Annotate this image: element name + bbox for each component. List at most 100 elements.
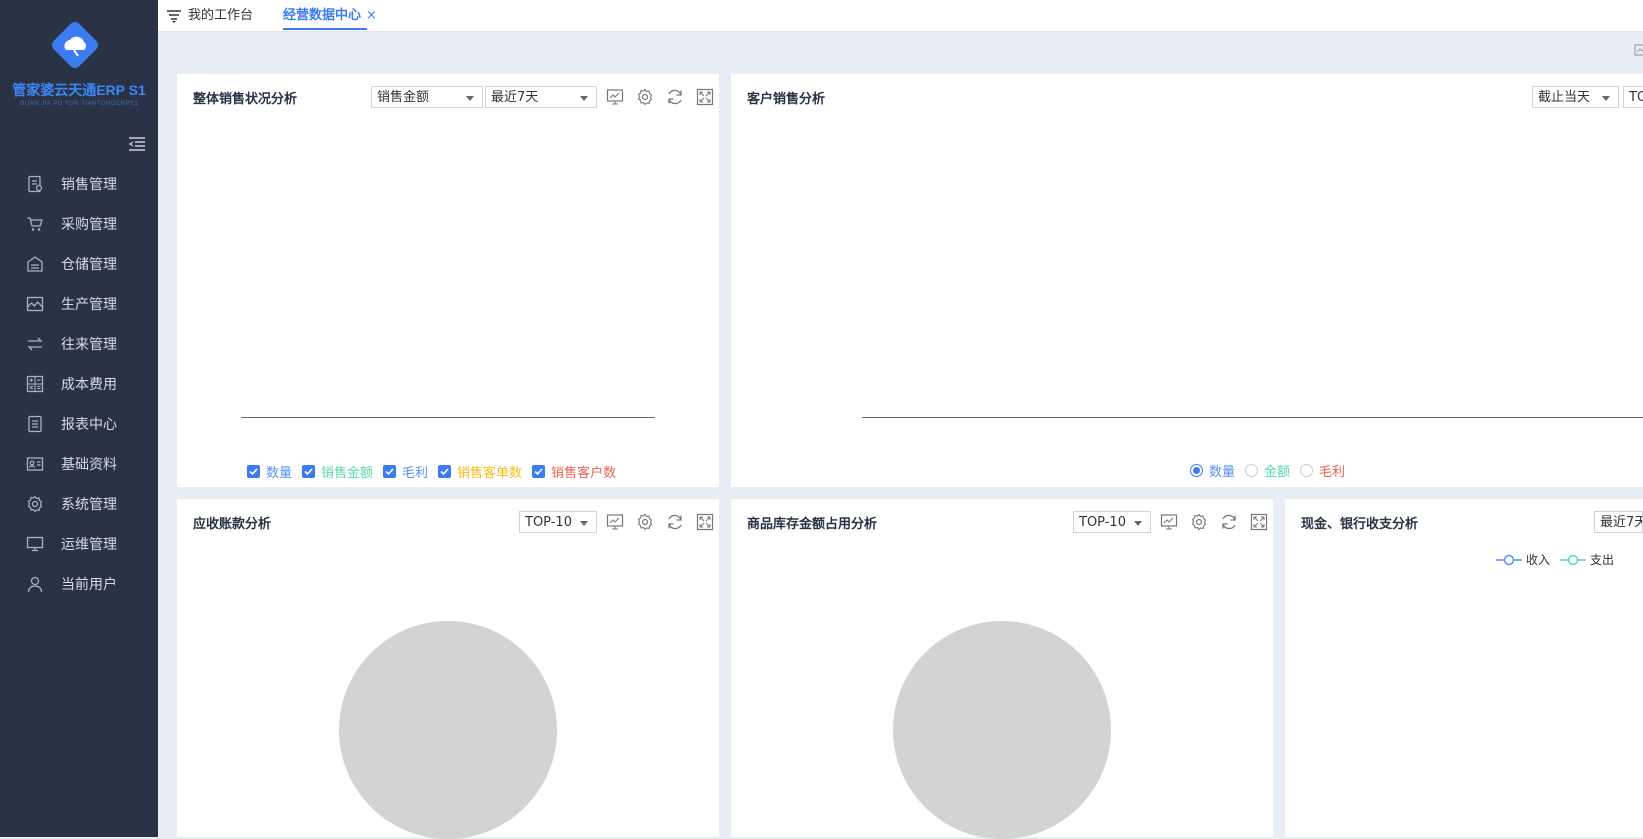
- legend-line-marker-icon: [1560, 554, 1587, 565]
- sidebar-menu: 销售管理 采购管理 仓储管理 生产管理 往来管理 成本费用 报表中心 基础资料: [0, 164, 158, 604]
- cash-bank-panel: 现金、银行收支分析 最近7天 收入 支出: [1285, 499, 1643, 837]
- legend-label: 销售客单数: [457, 466, 523, 481]
- tab-label: 经营数据中心: [283, 8, 362, 23]
- sidebar-item-purchase[interactable]: 采购管理: [0, 204, 158, 244]
- date-range-select[interactable]: 最近7天: [485, 86, 597, 108]
- sidebar-item-user[interactable]: 当前用户: [0, 564, 158, 604]
- user-icon: [24, 573, 46, 595]
- panel-title: 现金、银行收支分析: [1301, 517, 1419, 532]
- cloud-logo-icon: [52, 22, 98, 68]
- sidebar-item-label: 成本费用: [61, 377, 117, 393]
- top-n-select[interactable]: TOP-10: [1073, 511, 1151, 533]
- refresh-icon[interactable]: [666, 513, 684, 531]
- legend-item-amount[interactable]: 金额: [1245, 461, 1290, 480]
- refresh-icon[interactable]: [1220, 513, 1238, 531]
- top-n-select-value: TOP-10: [1079, 515, 1126, 530]
- tab-my-workbench[interactable]: 我的工作台: [188, 0, 253, 31]
- logo-subtitle: GUAN JIA PO YUN TIANTONGERPS1: [19, 101, 139, 107]
- settings-gear-icon[interactable]: [636, 513, 654, 531]
- sidebar-item-warehouse[interactable]: 仓储管理: [0, 244, 158, 284]
- gear-icon: [24, 493, 46, 515]
- sales-doc-icon: [24, 173, 46, 195]
- sidebar-item-label: 系统管理: [61, 497, 117, 513]
- sidebar-item-label: 销售管理: [61, 177, 117, 193]
- legend-line-marker-icon: [1496, 554, 1522, 565]
- chevron-down-icon: [1602, 96, 1610, 101]
- radio-icon: [1245, 464, 1259, 477]
- legend-item-quantity[interactable]: 数量: [247, 462, 292, 481]
- pie-chart-placeholder: [339, 621, 557, 839]
- legend-label: 支出: [1590, 553, 1615, 567]
- date-range-select-value: 截止当天: [1538, 90, 1591, 105]
- legend-item-quantity[interactable]: 数量: [1190, 461, 1235, 480]
- tab-label: 我的工作台: [188, 8, 254, 23]
- checkbox-checked-icon: [302, 465, 316, 478]
- refresh-icon[interactable]: [666, 88, 684, 106]
- legend-label: 数量: [266, 466, 293, 481]
- legend-label: 数量: [1209, 465, 1236, 480]
- legend-item-order-count[interactable]: 销售客单数: [438, 462, 522, 481]
- legend-item-gross-profit[interactable]: 毛利: [383, 462, 428, 481]
- radio-icon: [1300, 464, 1314, 477]
- collapse-menu-icon[interactable]: [128, 136, 146, 152]
- factory-icon: [24, 293, 46, 315]
- legend-item-expense[interactable]: 支出: [1560, 551, 1614, 568]
- date-range-select[interactable]: 截止当天: [1532, 86, 1619, 108]
- fullscreen-icon[interactable]: [1250, 513, 1268, 531]
- chevron-down-icon: [580, 96, 588, 101]
- legend-item-income[interactable]: 收入: [1496, 551, 1550, 568]
- sidebar-item-cost[interactable]: 成本费用: [0, 364, 158, 404]
- top-n-select[interactable]: TOP-10: [519, 511, 597, 533]
- tab-bar: 我的工作台 经营数据中心 ×: [158, 0, 1643, 32]
- top-n-select-value: TOP-10: [525, 515, 572, 530]
- id-card-icon: [24, 453, 46, 475]
- sidebar-item-base-data[interactable]: 基础资料: [0, 444, 158, 484]
- chart-x-axis: [862, 417, 1643, 418]
- fullscreen-icon[interactable]: [696, 88, 714, 106]
- date-range-select-value: 最近7天: [491, 90, 539, 105]
- date-range-select[interactable]: 最近7天: [1594, 511, 1643, 533]
- metric-select[interactable]: 销售金额: [371, 86, 483, 108]
- sidebar-item-system[interactable]: 系统管理: [0, 484, 158, 524]
- sidebar: 管家婆云天通ERP S1 GUAN JIA PO YUN TIANTONGERP…: [0, 0, 158, 837]
- tab-business-data-center[interactable]: 经营数据中心: [283, 0, 367, 31]
- exchange-icon: [24, 333, 46, 355]
- tab-menu-icon[interactable]: [166, 8, 182, 24]
- top-n-select[interactable]: TOP: [1623, 86, 1643, 108]
- app-logo[interactable]: 管家婆云天通ERP S1 GUAN JIA PO YUN TIANTONGERP…: [0, 0, 158, 120]
- checkbox-checked-icon: [383, 465, 397, 478]
- sidebar-item-reports[interactable]: 报表中心: [0, 404, 158, 444]
- legend-item-sales-amount[interactable]: 销售金额: [302, 462, 373, 481]
- settings-gear-icon[interactable]: [636, 88, 654, 106]
- sidebar-item-accounts[interactable]: 往来管理: [0, 324, 158, 364]
- checkbox-checked-icon: [438, 465, 452, 478]
- panel-title: 商品库存金额占用分析: [747, 517, 878, 532]
- legend-item-gross-profit[interactable]: 毛利: [1300, 461, 1345, 480]
- warehouse-icon: [24, 253, 46, 275]
- sidebar-item-production[interactable]: 生产管理: [0, 284, 158, 324]
- chart-type-icon[interactable]: [606, 513, 624, 531]
- logo-text: 管家婆云天通ERP S1: [12, 82, 146, 98]
- legend-label: 毛利: [402, 466, 429, 481]
- chart-toggle-icon[interactable]: [1634, 44, 1643, 58]
- calculator-icon: [24, 373, 46, 395]
- report-icon: [24, 413, 46, 435]
- fullscreen-icon[interactable]: [696, 513, 714, 531]
- sidebar-item-label: 采购管理: [61, 217, 117, 233]
- legend-label: 毛利: [1319, 465, 1346, 480]
- sidebar-item-sales[interactable]: 销售管理: [0, 164, 158, 204]
- customer-sales-panel: 客户销售分析 截止当天 TOP 数量 金额 毛利: [731, 74, 1643, 487]
- chart-type-icon[interactable]: [606, 88, 624, 106]
- tab-close-icon[interactable]: ×: [366, 0, 377, 31]
- sidebar-item-label: 仓储管理: [61, 257, 117, 273]
- legend-label: 金额: [1264, 465, 1291, 480]
- sidebar-item-label: 基础资料: [61, 457, 117, 473]
- inventory-panel: 商品库存金额占用分析 TOP-10: [731, 499, 1273, 839]
- date-range-select-value: 最近7天: [1600, 515, 1643, 530]
- chart-legend: 数量 金额 毛利: [1190, 461, 1355, 480]
- legend-item-customer-count[interactable]: 销售客户数: [532, 462, 616, 481]
- chevron-down-icon: [1134, 521, 1142, 526]
- settings-gear-icon[interactable]: [1190, 513, 1208, 531]
- sidebar-item-ops[interactable]: 运维管理: [0, 524, 158, 564]
- chart-type-icon[interactable]: [1160, 513, 1178, 531]
